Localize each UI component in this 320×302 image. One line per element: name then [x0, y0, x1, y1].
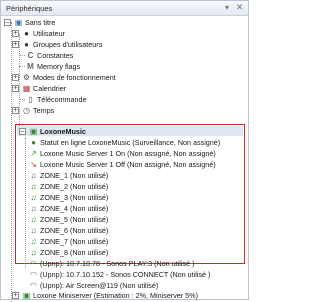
music-note-icon: ♫: [30, 171, 37, 180]
memory-icon: M: [27, 62, 34, 71]
remote-icon: ▯: [28, 95, 33, 104]
group-label: LoxoneMusic: [40, 127, 86, 136]
wifi-icon: ◠: [30, 270, 37, 279]
project-icon: ▣: [14, 18, 23, 27]
pin-icon[interactable]: ▾: [223, 4, 231, 12]
music-note-icon: ♫: [30, 248, 37, 257]
clock-icon: ◷: [23, 106, 30, 115]
panel-title: Périphériques: [6, 4, 53, 13]
wifi-icon: ◠: [30, 281, 37, 290]
on-icon: ↗: [30, 149, 37, 158]
wifi-icon: ◠: [30, 259, 37, 268]
music-server-icon: ▣: [29, 127, 38, 136]
music-note-icon: ♫: [30, 215, 37, 224]
miniserver-icon: ▣: [22, 291, 31, 300]
music-note-icon: ♫: [30, 237, 37, 246]
music-note-icon: ♫: [30, 204, 37, 213]
user-icon: ●: [24, 29, 29, 38]
panel-titlebar: Périphériques ▾ ✕: [1, 1, 248, 16]
music-note-icon: ♫: [30, 182, 37, 191]
devices-panel: Périphériques ▾ ✕ – ▣ Sans titre + ● Uti…: [0, 0, 249, 302]
calendar-icon: ▦: [22, 84, 31, 93]
close-icon[interactable]: ✕: [235, 3, 244, 12]
off-icon: ↘: [30, 160, 37, 169]
tree-root-label: Sans titre: [25, 18, 56, 27]
gear-icon: ⚙: [22, 73, 31, 82]
music-note-icon: ♫: [30, 193, 37, 202]
status-icon: ●: [31, 138, 36, 147]
constant-icon: C: [27, 51, 34, 60]
users-icon: ●: [24, 40, 29, 49]
music-note-icon: ♫: [30, 226, 37, 235]
